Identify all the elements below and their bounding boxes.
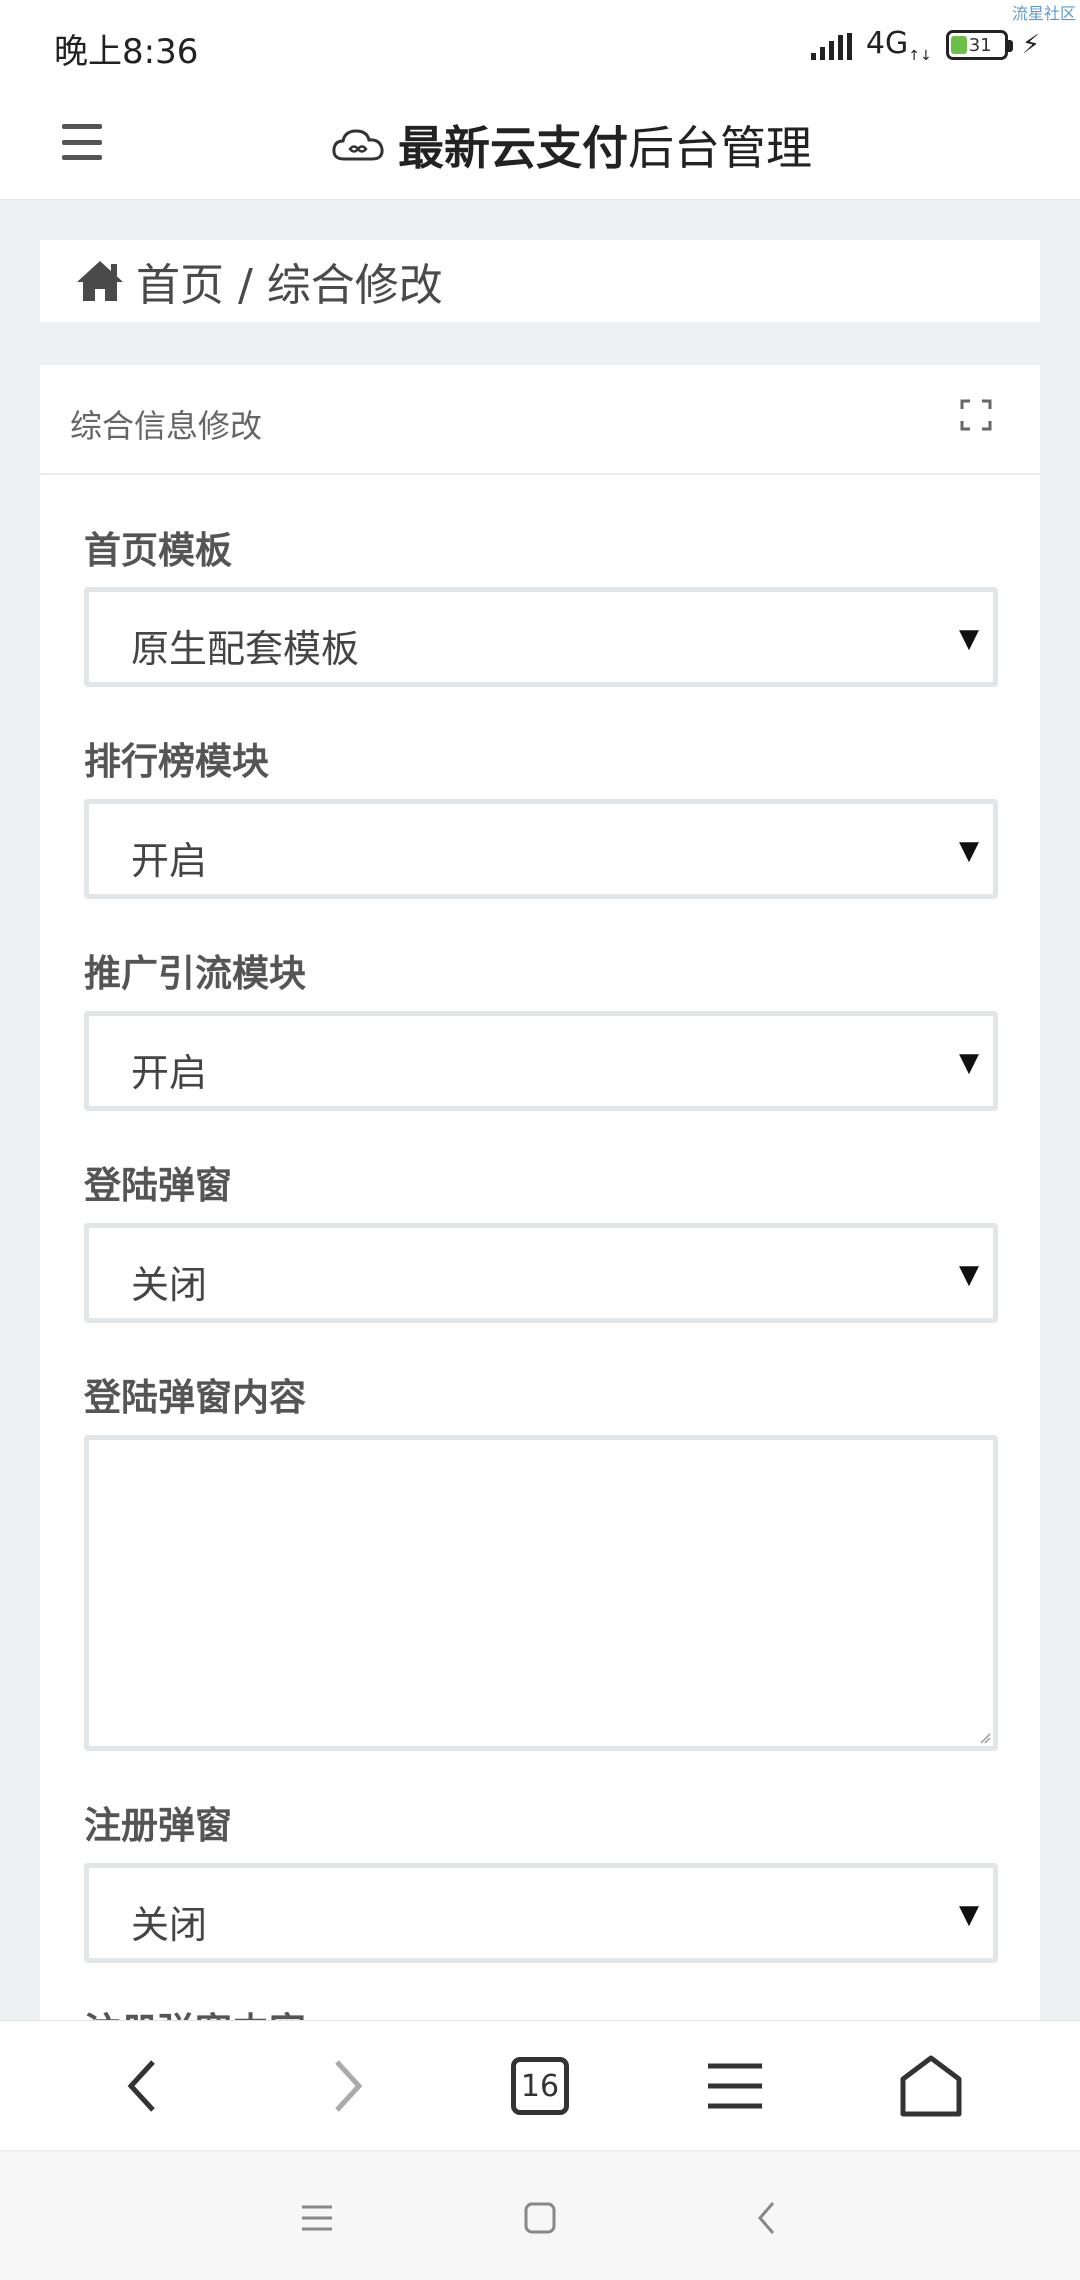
caret-down-icon: ▼ xyxy=(959,836,979,866)
watermark-text: 流星社区 xyxy=(1011,4,1076,23)
promotion-module-label: 推广引流模块 xyxy=(84,952,306,995)
back-icon[interactable] xyxy=(108,2051,178,2121)
brand-rest-text: 后台管理 xyxy=(628,121,812,175)
settings-card: 综合信息修改 首页模板 原生配套模板 ▼ 排行榜模块 开启 ▼ 推广引流模块 开… xyxy=(40,365,1040,2020)
cloud-icon xyxy=(332,129,384,161)
homepage-template-label: 首页模板 xyxy=(84,529,232,572)
register-popup-content-label: 注册弹窗内容 xyxy=(84,2001,306,2020)
caret-down-icon: ▼ xyxy=(959,1260,979,1290)
charging-icon: ⚡ xyxy=(1021,30,1040,60)
select-value: 关闭 xyxy=(131,1263,208,1307)
system-nav-bar xyxy=(0,2150,1080,2280)
breadcrumb: 首页 / 综合修改 xyxy=(40,240,1040,322)
battery-icon: 31 xyxy=(945,30,1013,60)
menu-icon[interactable] xyxy=(700,2051,770,2121)
login-popup-content-textarea[interactable] xyxy=(84,1435,998,1751)
home-square-icon[interactable] xyxy=(515,2193,565,2243)
select-value: 开启 xyxy=(131,839,208,883)
status-indicators: 4G↑↓ 31 ⚡ xyxy=(810,26,1040,64)
top-navbar: 最新云支付后台管理 xyxy=(0,90,1080,200)
card-header: 综合信息修改 xyxy=(40,365,1040,475)
battery-level: 31 xyxy=(968,34,992,56)
home-icon[interactable] xyxy=(74,258,126,304)
register-popup-select[interactable]: 关闭 ▼ xyxy=(84,1863,998,1963)
signal-icon xyxy=(810,30,852,60)
network-type: 4G↑↓ xyxy=(865,26,932,64)
tabs-icon[interactable]: 16 xyxy=(505,2051,575,2121)
promotion-module-select[interactable]: 开启 ▼ xyxy=(84,1011,998,1111)
breadcrumb-text[interactable]: 首页 / 综合修改 xyxy=(136,249,443,313)
recents-icon[interactable] xyxy=(292,2193,342,2243)
forward-icon[interactable] xyxy=(312,2051,382,2121)
select-value: 原生配套模板 xyxy=(131,627,360,671)
status-bar: 晚上8:36 流星社区 4G↑↓ 31 ⚡ xyxy=(0,0,1080,90)
login-popup-select[interactable]: 关闭 ▼ xyxy=(84,1223,998,1323)
fullscreen-icon[interactable] xyxy=(960,399,992,431)
back-icon[interactable] xyxy=(742,2193,792,2243)
status-time: 晚上8:36 xyxy=(54,32,199,72)
tab-count: 16 xyxy=(511,2057,569,2115)
home-icon[interactable] xyxy=(896,2051,966,2121)
hamburger-icon[interactable] xyxy=(62,124,102,160)
ranking-module-label: 排行榜模块 xyxy=(84,740,269,783)
caret-down-icon: ▼ xyxy=(959,1900,979,1930)
login-popup-content-label: 登陆弹窗内容 xyxy=(84,1376,306,1419)
ranking-module-select[interactable]: 开启 ▼ xyxy=(84,799,998,899)
card-title: 综合信息修改 xyxy=(70,407,263,445)
register-popup-label: 注册弹窗 xyxy=(84,1804,232,1847)
caret-down-icon: ▼ xyxy=(959,624,979,654)
select-value: 开启 xyxy=(131,1051,208,1095)
brand-bold-text: 最新云支付 xyxy=(398,121,628,175)
select-value: 关闭 xyxy=(131,1903,208,1947)
browser-toolbar: 16 xyxy=(0,2020,1080,2150)
login-popup-label: 登陆弹窗 xyxy=(84,1164,232,1207)
caret-down-icon: ▼ xyxy=(959,1048,979,1078)
homepage-template-select[interactable]: 原生配套模板 ▼ xyxy=(84,587,998,687)
resize-grip-icon[interactable] xyxy=(979,1732,991,1744)
brand-title: 最新云支付后台管理 xyxy=(330,112,812,178)
